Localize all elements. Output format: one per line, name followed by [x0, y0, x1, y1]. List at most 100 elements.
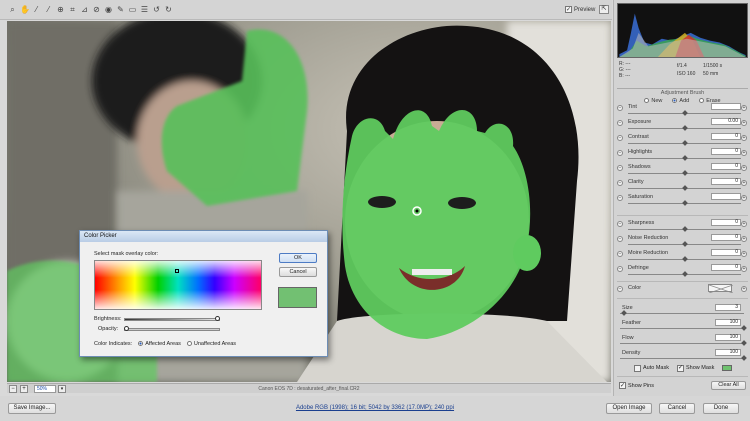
color-sampler-icon[interactable]: ⁄: [44, 5, 53, 14]
white-balance-icon[interactable]: ⁄: [32, 5, 41, 14]
adjustment-brush-icon[interactable]: ✎: [116, 5, 125, 14]
minus-icon[interactable]: −: [617, 195, 623, 201]
slider-knob[interactable]: [681, 200, 688, 206]
minus-icon[interactable]: −: [617, 236, 623, 242]
checkbox-icon[interactable]: ✓: [676, 364, 684, 372]
fullscreen-button[interactable]: ⇱: [599, 5, 609, 14]
minus-icon[interactable]: −: [617, 135, 623, 141]
open-image-button[interactable]: Open Image: [606, 403, 652, 414]
color-swatch[interactable]: [708, 284, 734, 294]
slider-value[interactable]: [711, 103, 741, 110]
slider-value[interactable]: 0.00: [711, 118, 741, 125]
red-eye-icon[interactable]: ◉: [104, 5, 113, 14]
picker-cancel-button[interactable]: Cancel: [279, 267, 317, 277]
minus-icon[interactable]: −: [617, 120, 623, 126]
slider-knob[interactable]: [681, 271, 688, 277]
minus-icon[interactable]: −: [617, 180, 623, 186]
plus-icon[interactable]: +: [741, 165, 747, 171]
minus-icon[interactable]: −: [617, 150, 623, 156]
brush-value[interactable]: 3: [715, 304, 741, 311]
zoom-icon[interactable]: ⌕: [8, 5, 17, 14]
slider-knob[interactable]: [681, 226, 688, 232]
ok-button[interactable]: OK: [279, 253, 317, 263]
clear-all-button[interactable]: Clear All: [711, 381, 746, 390]
plus-icon[interactable]: +: [741, 251, 747, 257]
slider-knob[interactable]: [681, 155, 688, 161]
slider-knob[interactable]: [681, 125, 688, 131]
targeted-adjustment-icon[interactable]: ⊕: [56, 5, 65, 14]
done-button[interactable]: Done: [703, 403, 739, 414]
opacity-slider-knob[interactable]: [123, 326, 129, 331]
minus-icon[interactable]: −: [617, 165, 623, 171]
mask-color-swatch[interactable]: [722, 365, 733, 371]
brush-slider-track[interactable]: [620, 328, 744, 329]
minus-icon[interactable]: −: [617, 266, 623, 272]
minus-icon[interactable]: −: [617, 251, 623, 257]
opacity-slider[interactable]: [124, 328, 220, 331]
slider-value[interactable]: 0: [711, 133, 741, 140]
color-spectrum[interactable]: [94, 260, 262, 310]
plus-icon[interactable]: +: [741, 135, 747, 141]
slider-value[interactable]: [711, 193, 741, 200]
auto-mask-checkbox[interactable]: Auto Mask: [634, 364, 669, 372]
slider-value[interactable]: 0: [711, 219, 741, 226]
brush-slider-track[interactable]: [620, 313, 744, 314]
checkbox-icon[interactable]: ✓: [619, 382, 626, 389]
plus-icon[interactable]: +: [741, 195, 747, 201]
brush-slider-track[interactable]: [620, 358, 744, 359]
radio-icon[interactable]: [186, 341, 192, 346]
checkbox-icon[interactable]: [634, 364, 641, 372]
affected-areas-radio[interactable]: Affected Areas: [138, 341, 181, 347]
straighten-icon[interactable]: ⊿: [80, 5, 89, 14]
brightness-slider[interactable]: [124, 318, 220, 321]
slider-value[interactable]: 0: [711, 249, 741, 256]
slider-value[interactable]: 0: [711, 264, 741, 271]
unaffected-areas-radio[interactable]: Unaffected Areas: [186, 341, 236, 347]
slider-knob[interactable]: [681, 170, 688, 176]
spot-removal-icon[interactable]: ⊘: [92, 5, 101, 14]
brush-slider-track[interactable]: [620, 343, 744, 344]
slider-value[interactable]: 0: [711, 234, 741, 241]
rotate-cw-icon[interactable]: ↻: [164, 5, 173, 14]
minus-icon[interactable]: −: [617, 221, 623, 227]
plus-icon[interactable]: +: [741, 120, 747, 126]
minus-icon[interactable]: −: [617, 105, 623, 111]
slider-knob[interactable]: [681, 256, 688, 262]
slider-knob[interactable]: [681, 140, 688, 146]
preferences-icon[interactable]: ☰: [140, 5, 149, 14]
cancel-button[interactable]: Cancel: [659, 403, 695, 414]
brush-value[interactable]: 100: [715, 349, 741, 356]
preview-checkbox[interactable]: ✓ Preview: [565, 6, 595, 13]
plus-icon[interactable]: +: [741, 180, 747, 186]
minus-icon[interactable]: −: [617, 286, 623, 292]
slider-knob[interactable]: [681, 185, 688, 191]
slider-knob[interactable]: [681, 110, 688, 116]
graduated-filter-icon[interactable]: ▭: [128, 5, 137, 14]
brush-slider-knob[interactable]: [741, 325, 747, 331]
brush-slider-knob[interactable]: [741, 355, 747, 361]
slider-value[interactable]: 0: [711, 178, 741, 185]
plus-icon[interactable]: +: [741, 150, 747, 156]
plus-icon[interactable]: +: [741, 236, 747, 242]
radio-icon[interactable]: [699, 98, 705, 103]
show-mask-checkbox[interactable]: ✓ Show Mask: [676, 364, 714, 372]
slider-value[interactable]: 0: [711, 163, 741, 170]
rotate-ccw-icon[interactable]: ↺: [152, 5, 161, 14]
crop-icon[interactable]: ⌗: [68, 5, 77, 14]
brush-slider-knob[interactable]: [620, 310, 627, 316]
hand-icon[interactable]: ✋: [20, 5, 30, 14]
brush-value[interactable]: 100: [715, 334, 741, 341]
plus-icon[interactable]: +: [741, 221, 747, 227]
radio-selected-icon[interactable]: [138, 341, 144, 346]
slider-value[interactable]: 0: [711, 148, 741, 155]
dialog-titlebar[interactable]: Color Picker: [80, 231, 327, 242]
plus-icon[interactable]: +: [741, 105, 747, 111]
plus-icon[interactable]: +: [741, 266, 747, 272]
plus-icon[interactable]: +: [741, 286, 747, 292]
radio-icon[interactable]: [644, 98, 650, 103]
brush-value[interactable]: 100: [715, 319, 741, 326]
slider-knob[interactable]: [681, 241, 688, 247]
checkbox-icon[interactable]: ✓: [565, 6, 572, 13]
radio-icon[interactable]: [672, 98, 678, 103]
brush-slider-knob[interactable]: [741, 340, 747, 346]
